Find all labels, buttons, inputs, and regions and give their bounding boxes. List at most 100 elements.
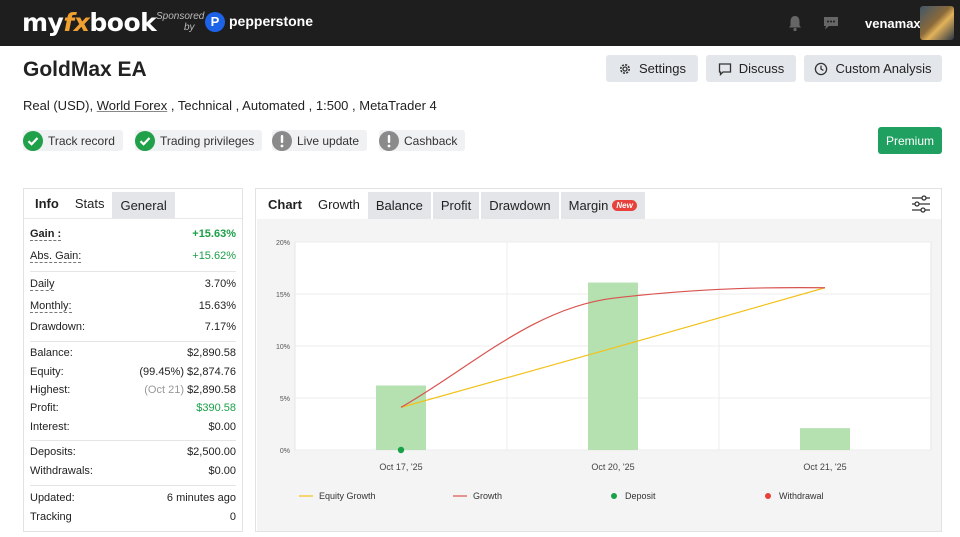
tab-margin[interactable]: Margin New xyxy=(560,192,645,219)
balance-label: Balance: xyxy=(30,346,73,359)
withdrawals-value: $0.00 xyxy=(208,465,236,477)
custom-analysis-button[interactable]: Custom Analysis xyxy=(804,55,942,82)
discuss-button[interactable]: Discuss xyxy=(706,55,796,82)
interest-label: Interest: xyxy=(30,420,70,433)
chat-icon[interactable] xyxy=(822,14,840,32)
exclamation-circle-icon xyxy=(379,130,399,151)
y-tick-label: 20% xyxy=(276,240,290,247)
stat-row-equity: Equity: (99.45%) $2,874.76 xyxy=(30,363,236,381)
username[interactable]: venamax xyxy=(865,16,921,31)
y-tick-label: 15% xyxy=(276,292,290,299)
live-update-label: Live update xyxy=(297,133,360,148)
highest-date: (Oct 21) xyxy=(144,384,184,396)
broker-link[interactable]: World Forex xyxy=(97,98,168,113)
track-record-label: Track record xyxy=(48,133,115,148)
premium-button[interactable]: Premium xyxy=(878,127,942,154)
tracking-value: 0 xyxy=(229,511,236,523)
clock-icon xyxy=(815,62,828,75)
tracking-label: Tracking xyxy=(30,511,72,523)
stat-row-updated: Updated: 6 minutes ago xyxy=(30,486,236,510)
myfxbook-logo[interactable]: myfxbook xyxy=(22,8,157,37)
y-tick-label: 10% xyxy=(276,344,290,351)
pepperstone-logo-icon[interactable]: P xyxy=(205,12,225,32)
exclamation-circle-icon xyxy=(272,130,292,151)
legend-label: Equity Growth xyxy=(319,491,376,501)
tab-growth[interactable]: Growth xyxy=(309,189,368,219)
drawdown-value: 7.17% xyxy=(204,321,236,333)
custom-analysis-label: Custom Analysis xyxy=(835,61,932,76)
settings-label: Settings xyxy=(639,61,686,76)
check-circle-icon xyxy=(23,130,43,151)
stat-row-daily: Daily 3.70% xyxy=(30,272,236,296)
stat-row-profit: Profit: $390.58 xyxy=(30,399,236,417)
sponsored-text: Sponsored by xyxy=(156,11,204,33)
chart-area: 0% 5% 10% 15% 20% Oct 17, '25 Oct 20, '25 Oct 2… xyxy=(257,219,941,531)
y-tick-label: 0% xyxy=(280,448,290,455)
drawdown-label: Drawdown: xyxy=(30,321,86,333)
check-circle-icon xyxy=(135,130,155,151)
equity-value: (99.45%) $2,874.76 xyxy=(139,366,236,378)
bell-icon[interactable] xyxy=(786,14,804,32)
highest-value-group: (Oct 21) $2,890.58 xyxy=(144,384,236,396)
discuss-label: Discuss xyxy=(738,61,785,76)
logo-my: my xyxy=(22,8,64,37)
stat-row-drawdown: Drawdown: 7.17% xyxy=(30,316,236,338)
abs-gain-label[interactable]: Abs. Gain: xyxy=(30,250,82,263)
account-attributes: , Technical , Automated , 1:500 , MetaTr… xyxy=(167,98,437,113)
stat-row-balance: Balance: $2,890.58 xyxy=(30,342,236,363)
settings-button[interactable]: Settings xyxy=(606,55,698,82)
comment-icon xyxy=(718,62,731,76)
highest-label: Highest: xyxy=(30,384,71,396)
tab-profit[interactable]: Profit xyxy=(432,192,480,219)
equity-label: Equity: xyxy=(30,366,64,378)
gear-icon xyxy=(620,63,630,74)
monthly-value: 15.63% xyxy=(198,300,236,312)
stat-row-tracking: Tracking 0 xyxy=(30,510,236,524)
tab-info[interactable]: Info xyxy=(27,189,67,218)
x-tick-label: Oct 17, '25 xyxy=(379,462,422,472)
tab-chart[interactable]: Chart xyxy=(260,189,310,219)
growth-bar xyxy=(588,282,638,450)
deposits-label: Deposits: xyxy=(30,446,76,458)
tab-stats[interactable]: Stats xyxy=(66,189,113,218)
account-details: Real (USD), World Forex , Technical , Au… xyxy=(23,98,437,113)
gain-value: +15.63% xyxy=(192,228,236,240)
profit-value: $390.58 xyxy=(196,402,236,414)
live-update-badge[interactable]: Live update xyxy=(272,130,368,151)
daily-label[interactable]: Daily xyxy=(30,278,55,291)
avatar[interactable] xyxy=(920,6,954,40)
stat-row-monthly: Monthly: 15.63% xyxy=(30,296,236,316)
withdrawals-label: Withdrawals: xyxy=(30,465,93,477)
legend-label: Deposit xyxy=(625,491,656,501)
gain-label[interactable]: Gain : xyxy=(30,228,62,241)
stat-row-abs-gain: Abs. Gain: +15.62% xyxy=(30,245,236,267)
sliders-icon[interactable] xyxy=(911,195,931,213)
trading-privileges-label: Trading privileges xyxy=(160,133,255,148)
cashback-badge[interactable]: Cashback xyxy=(379,130,466,151)
legend-label: Growth xyxy=(473,491,502,501)
legend-deposit-dot xyxy=(611,493,617,499)
stat-row-gain: Gain : +15.63% xyxy=(30,223,236,245)
logo-fx: fx xyxy=(63,8,90,37)
stats-tabs: Info Stats General xyxy=(24,189,242,219)
growth-bar xyxy=(800,428,850,450)
sponsored-by: by xyxy=(184,22,195,33)
y-tick-label: 5% xyxy=(280,396,290,403)
tab-balance[interactable]: Balance xyxy=(367,192,431,219)
new-tag: New xyxy=(612,200,637,211)
interest-value: $0.00 xyxy=(208,420,236,433)
x-tick-label: Oct 20, '25 xyxy=(591,462,634,472)
growth-chart: 0% 5% 10% 15% 20% Oct 17, '25 Oct 20, '25 Oct 2… xyxy=(276,240,932,501)
monthly-label[interactable]: Monthly: xyxy=(30,300,72,313)
tab-drawdown[interactable]: Drawdown xyxy=(481,192,559,219)
sponsored-label: Sponsored xyxy=(156,11,205,22)
sponsor-name[interactable]: pepperstone xyxy=(229,13,313,29)
tab-general[interactable]: General xyxy=(112,192,175,218)
page-title: GoldMax EA xyxy=(23,58,147,81)
stats-list: Gain : +15.63% Abs. Gain: +15.62% Daily … xyxy=(24,223,242,524)
legend-withdrawal-dot xyxy=(765,493,771,499)
daily-value: 3.70% xyxy=(204,278,236,290)
chart-panel: Chart Growth Balance Profit Drawdown Mar… xyxy=(255,188,942,532)
track-record-badge[interactable]: Track record xyxy=(23,130,123,151)
trading-privileges-badge[interactable]: Trading privileges xyxy=(135,130,263,151)
